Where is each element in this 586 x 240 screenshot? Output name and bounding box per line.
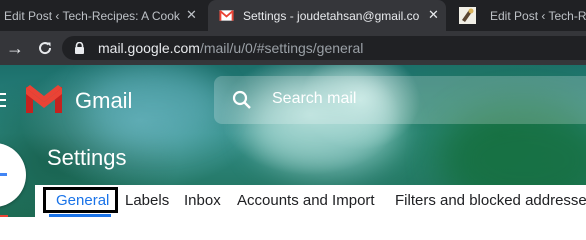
close-icon[interactable]: ✕ [186,8,197,22]
gmail-icon [219,10,234,21]
back-button[interactable]: → [4,31,26,65]
plus-icon [0,173,7,176]
tab-filters-and-blocked-addresses[interactable]: Filters and blocked addresses [395,192,586,209]
reload-icon [39,42,52,55]
main-menu-icon[interactable] [0,93,6,107]
tab-accounts-and-import[interactable]: Accounts and Import [237,192,375,209]
url-text: mail.google.com/mail/u/0/#settings/gener… [98,40,363,56]
url-path: /mail/u/0/#settings/general [199,40,364,56]
gmail-page: Gmail Search mail Settings General Label… [0,65,586,217]
tech-recipes-icon [459,7,476,24]
gmail-wordmark: Gmail [75,88,133,113]
browser-tab-edit-post-2[interactable]: Edit Post ‹ Tech-Recipes: A [450,0,586,31]
search-bar[interactable]: Search mail [214,76,586,124]
browser-tab-strip: Edit Post ‹ Tech-Recipes: A Cookbo ✕ Set… [0,0,586,31]
tab-labels[interactable]: Labels [125,192,169,209]
gmail-logo-icon[interactable] [26,85,62,113]
url-host: mail.google.com [98,40,200,56]
browser-tab-edit-post[interactable]: Edit Post ‹ Tech-Recipes: A Cookbo ✕ [0,0,204,31]
tab-inbox[interactable]: Inbox [184,192,221,209]
search-icon[interactable] [232,90,252,110]
compose-accent [0,215,8,217]
page-title: Settings [47,145,127,170]
address-bar[interactable]: mail.google.com/mail/u/0/#settings/gener… [62,36,586,60]
selected-tab-indicator [49,214,111,217]
arrow-icon: → [6,37,24,58]
browser-toolbar: → mail.google.com/mail/u/0/#settings/gen… [0,31,586,65]
tab-general[interactable]: General [56,192,109,209]
lock-icon [75,42,84,54]
settings-tabs: General Labels Inbox Accounts and Import… [35,185,586,217]
browser-tab-title: Settings - joudetahsan@gmail.co [243,8,420,23]
browser-tab-gmail-settings[interactable]: Settings - joudetahsan@gmail.co ✕ [208,0,446,31]
reload-button[interactable] [33,31,57,65]
browser-tab-title: Edit Post ‹ Tech-Recipes: A [490,8,586,23]
browser-tab-title: Edit Post ‹ Tech-Recipes: A Cookbo [4,8,180,23]
close-icon[interactable]: ✕ [428,8,439,22]
search-input[interactable]: Search mail [272,90,356,108]
